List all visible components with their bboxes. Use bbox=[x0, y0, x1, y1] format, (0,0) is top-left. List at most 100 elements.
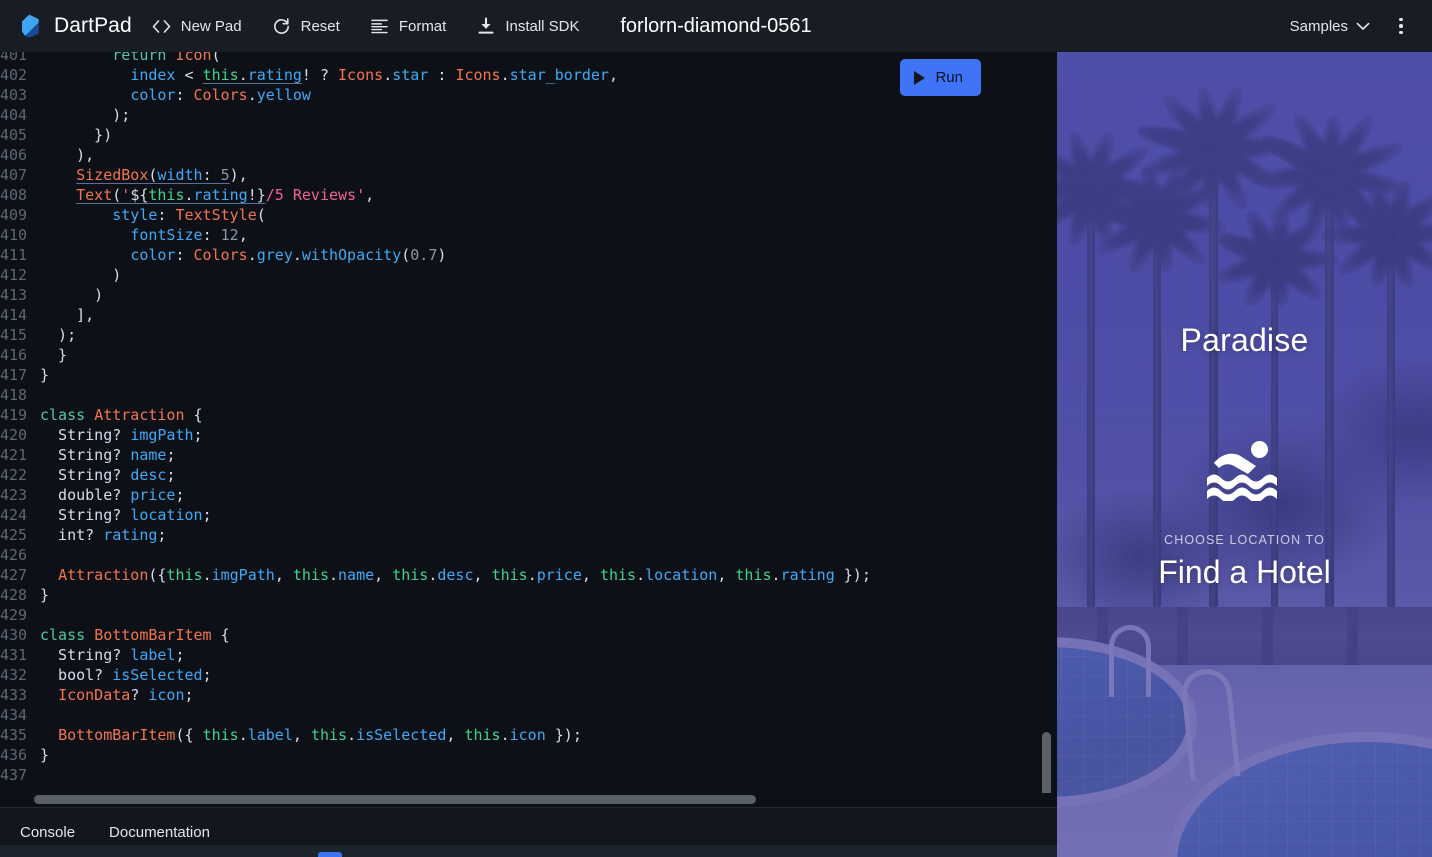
tab-console[interactable]: Console bbox=[12, 818, 83, 847]
code-line: 415 ); bbox=[0, 325, 871, 345]
line-number: 414 bbox=[0, 306, 28, 324]
code-line: 432 bool? isSelected; bbox=[0, 665, 871, 685]
code-line: 424 String? location; bbox=[0, 505, 871, 525]
line-number: 410 bbox=[0, 226, 28, 244]
line-content: String? label; bbox=[40, 646, 185, 664]
line-number: 433 bbox=[0, 686, 28, 704]
header-right-group: Samples bbox=[1280, 9, 1432, 43]
line-content: class Attraction { bbox=[40, 406, 203, 424]
line-number: 422 bbox=[0, 466, 28, 484]
code-line: 402 index < this.rating! ? Icons.star : … bbox=[0, 65, 871, 85]
line-number: 436 bbox=[0, 746, 28, 764]
new-pad-label: New Pad bbox=[180, 17, 242, 35]
line-content: bool? isSelected; bbox=[40, 666, 212, 684]
line-content bbox=[34, 545, 40, 565]
line-number: 402 bbox=[0, 66, 28, 84]
code-line: 421 String? name; bbox=[0, 445, 871, 465]
install-sdk-button[interactable]: Install SDK bbox=[466, 10, 589, 42]
line-number: 427 bbox=[0, 566, 28, 584]
samples-dropdown[interactable]: Samples bbox=[1280, 11, 1380, 42]
code-line: 401 return Icon( bbox=[0, 52, 871, 65]
code-line: 414 ], bbox=[0, 305, 871, 325]
line-content: style: TextStyle( bbox=[112, 206, 266, 224]
line-content: color: Colors.grey.withOpacity(0.7) bbox=[130, 246, 447, 264]
code-line: 405 }) bbox=[0, 125, 871, 145]
line-number: 409 bbox=[0, 206, 28, 224]
reset-button[interactable]: Reset bbox=[262, 10, 350, 42]
install-sdk-label: Install SDK bbox=[505, 17, 580, 35]
line-content: ); bbox=[40, 326, 77, 344]
code-line: 433 IconData? icon; bbox=[0, 685, 871, 705]
code-line: 417} bbox=[0, 365, 871, 385]
line-content bbox=[34, 605, 40, 625]
bottom-strip bbox=[0, 845, 1057, 857]
line-content bbox=[34, 705, 40, 725]
code-line: 437 bbox=[0, 765, 871, 785]
line-number: 428 bbox=[0, 586, 28, 604]
brand: DartPad bbox=[0, 12, 132, 40]
line-number: 431 bbox=[0, 646, 28, 664]
line-number: 426 bbox=[0, 546, 28, 564]
chevron-down-icon bbox=[1356, 18, 1370, 35]
run-button[interactable]: Run bbox=[900, 59, 981, 96]
line-content bbox=[34, 765, 40, 785]
line-number: 435 bbox=[0, 726, 28, 744]
line-content: int? rating; bbox=[40, 526, 167, 544]
line-number: 421 bbox=[0, 446, 28, 464]
line-number: 415 bbox=[0, 326, 28, 344]
code-line: 429 bbox=[0, 605, 871, 625]
code-line: 412 ) bbox=[0, 265, 871, 285]
line-number: 416 bbox=[0, 346, 28, 364]
more-options-button[interactable] bbox=[1384, 9, 1418, 43]
line-number: 437 bbox=[0, 766, 28, 784]
line-content: double? price; bbox=[40, 486, 185, 504]
new-pad-button[interactable]: New Pad bbox=[142, 10, 252, 42]
line-content: Text('${this.rating!}/5 Reviews', bbox=[76, 186, 375, 204]
format-button[interactable]: Format bbox=[360, 10, 457, 42]
line-content: String? name; bbox=[40, 446, 176, 464]
line-number: 411 bbox=[0, 246, 28, 264]
line-content: class BottomBarItem { bbox=[40, 626, 230, 644]
line-content: } bbox=[40, 366, 50, 384]
line-number: 406 bbox=[0, 146, 28, 164]
app-title: Paradise bbox=[1180, 322, 1309, 358]
line-number: 405 bbox=[0, 126, 28, 144]
code-line: 426 bbox=[0, 545, 871, 565]
line-content: Attraction({this.imgPath, this.name, thi… bbox=[58, 566, 871, 584]
code-line: 410 fontSize: 12, bbox=[0, 225, 871, 245]
line-number: 429 bbox=[0, 606, 28, 624]
swimming-pool-icon bbox=[1204, 437, 1286, 503]
dart-logo-icon bbox=[16, 12, 44, 40]
code-line: 428} bbox=[0, 585, 871, 605]
line-number: 434 bbox=[0, 706, 28, 724]
line-content: BottomBarItem({ this.label, this.isSelec… bbox=[58, 726, 582, 744]
code-editor[interactable]: 401 return Icon(402 index < this.rating!… bbox=[0, 52, 1057, 807]
line-number: 430 bbox=[0, 626, 28, 644]
line-content: ) bbox=[40, 266, 122, 284]
run-label: Run bbox=[935, 69, 963, 86]
line-content: ); bbox=[40, 106, 131, 124]
kicker-text: CHOOSE LOCATION TO bbox=[1164, 533, 1325, 547]
line-content: IconData? icon; bbox=[58, 686, 194, 704]
code-line: 420 String? imgPath; bbox=[0, 425, 871, 445]
line-content: fontSize: 12, bbox=[130, 226, 248, 244]
tab-documentation[interactable]: Documentation bbox=[101, 818, 218, 847]
code-line: 403 color: Colors.yellow bbox=[0, 85, 871, 105]
app-header: DartPad New Pad Reset Format Install SDK… bbox=[0, 0, 1432, 52]
line-number: 420 bbox=[0, 426, 28, 444]
line-number: 432 bbox=[0, 666, 28, 684]
flutter-preview-pane[interactable]: Paradise CHOOSE LOCATION TO Find a Hotel bbox=[1057, 52, 1432, 857]
main-body: 401 return Icon(402 index < this.rating!… bbox=[0, 52, 1432, 857]
code-line: 406 ), bbox=[0, 145, 871, 165]
line-content: ], bbox=[40, 306, 95, 324]
line-number: 423 bbox=[0, 486, 28, 504]
dartpad-app: DartPad New Pad Reset Format Install SDK… bbox=[0, 0, 1432, 857]
line-content: } bbox=[40, 346, 68, 364]
line-number: 425 bbox=[0, 526, 28, 544]
line-number: 417 bbox=[0, 366, 28, 384]
line-content: return Icon( bbox=[112, 52, 221, 64]
bottom-handle[interactable] bbox=[318, 852, 342, 857]
line-content: ), bbox=[40, 146, 95, 164]
editor-horizontal-scrollbar[interactable] bbox=[34, 795, 756, 804]
line-content: String? imgPath; bbox=[40, 426, 203, 444]
